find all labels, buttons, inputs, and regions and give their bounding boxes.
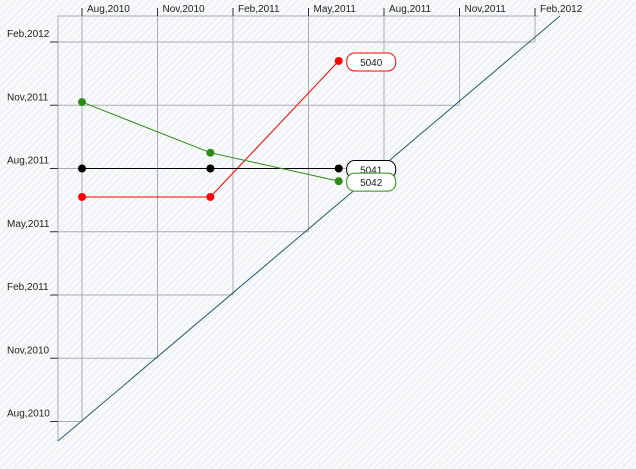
data-point-5040 (78, 192, 86, 201)
y-tick-label: Nov,2011 (7, 92, 49, 103)
data-point-5040 (334, 56, 343, 65)
grid-lines (57, 8, 539, 441)
y-tick-label: Feb,2011 (7, 282, 49, 293)
data-point-5042 (78, 98, 86, 107)
series-labels: 504050415042 (346, 52, 397, 192)
y-tick-label: Feb,2012 (7, 29, 50, 40)
x-tick-label: Feb,2011 (238, 4, 280, 15)
x-tick-label: May,2011 (314, 4, 357, 15)
series-lines (78, 56, 343, 201)
data-point-5041 (334, 164, 343, 173)
x-tick-label: Aug,2011 (389, 4, 432, 15)
x-tick-label: Nov,2010 (163, 4, 206, 15)
y-tick-label: Aug,2010 (7, 409, 50, 420)
series-badge-label: 5042 (360, 178, 383, 189)
y-tick-label: Nov,2010 (7, 345, 50, 356)
data-point-5042 (334, 177, 343, 186)
y-tick-label: May,2011 (7, 219, 50, 230)
data-point-5041 (78, 164, 86, 173)
series-badge-label: 5040 (360, 58, 383, 69)
x-axis: Aug,2010 Nov,2010 Feb,2011 May,2011 Aug,2011… (81, 4, 583, 16)
x-tick-label: Feb,2012 (540, 4, 583, 15)
milestone-trend-chart: Aug,2010 Nov,2010 Feb,2011 May,2011 Aug,2011… (7, 4, 583, 442)
x-tick-label: Nov,2011 (465, 4, 507, 15)
data-point-5041 (206, 164, 215, 173)
y-tick-label: Aug,2011 (7, 156, 50, 167)
y-axis: Aug,2010 Nov,2010 Feb,2011 May,2011 Aug,2011… (7, 29, 58, 422)
data-point-5040 (206, 192, 215, 201)
x-tick-label: Aug,2010 (87, 4, 130, 15)
data-point-5042 (206, 148, 215, 157)
series-line-5040 (82, 60, 340, 198)
